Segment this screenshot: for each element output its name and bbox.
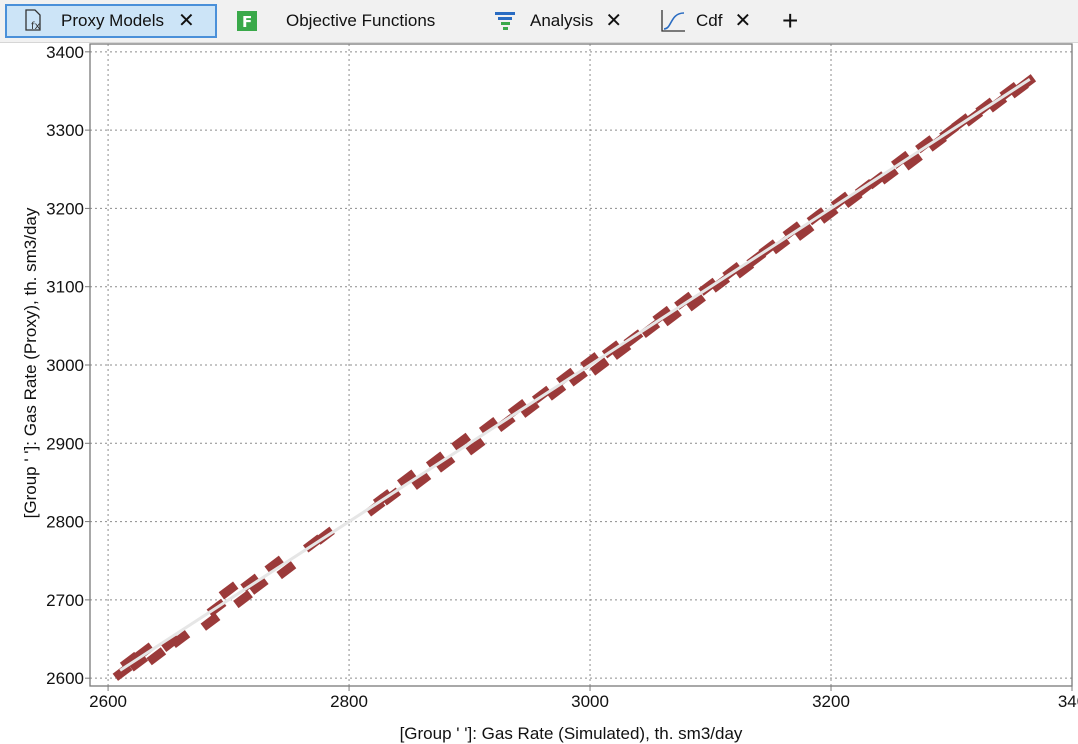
y-tick-label: 3300 [46, 121, 84, 140]
tab-label: Objective Functions [286, 11, 436, 30]
function-document-icon: fx [21, 8, 47, 34]
tornado-bars-icon [492, 8, 518, 34]
x-axis-label: [Group ' ']: Gas Rate (Simulated), th. s… [400, 724, 743, 743]
y-tick-label: 3400 [46, 43, 84, 62]
svg-text:fx: fx [31, 21, 41, 32]
tab-label: Cdf [696, 11, 723, 30]
cdf-curve-icon [660, 8, 686, 34]
data-point [233, 590, 253, 609]
svg-text:F: F [242, 13, 252, 31]
y-tick-label: 3100 [46, 278, 84, 297]
y-tick-label: 3000 [46, 356, 84, 375]
x-tick-label: 3000 [571, 692, 609, 711]
y-tick-label: 2800 [46, 513, 84, 532]
x-tick-label: 2800 [330, 692, 368, 711]
tab-label: Proxy Models [61, 11, 164, 30]
tab-cdf[interactable]: Cdf ✕ [660, 4, 775, 38]
tab-bar: fx Proxy Models ✕ F Objective Functions … [0, 0, 1078, 43]
add-tab-button[interactable]: + [782, 6, 798, 36]
y-tick-label: 3200 [46, 199, 84, 218]
x-tick-label: 340 [1058, 692, 1078, 711]
x-tick-label: 2600 [89, 692, 127, 711]
x-tick-label: 3200 [812, 692, 850, 711]
y-tick-label: 2900 [46, 434, 84, 453]
tab-proxy-models[interactable]: fx Proxy Models ✕ [5, 4, 217, 38]
y-axis-label: [Group ' ']: Gas Rate (Proxy), th. sm3/d… [21, 207, 40, 518]
close-icon[interactable]: ✕ [178, 11, 195, 31]
y-tick-label: 2600 [46, 669, 84, 688]
tab-label: Analysis [530, 11, 594, 30]
close-icon[interactable]: ✕ [605, 11, 622, 31]
close-icon[interactable]: ✕ [734, 11, 751, 31]
tab-objective-functions[interactable]: F Objective Functions [234, 4, 464, 38]
fit-line [119, 77, 1031, 672]
f-badge-icon: F [234, 8, 260, 34]
tab-analysis[interactable]: Analysis ✕ [492, 4, 632, 38]
y-tick-label: 2700 [46, 591, 84, 610]
proxy-vs-simulated-scatter-chart: 2600 2800 3000 3200 340 2600 2700 2800 2900 3000 3… [21, 43, 1078, 743]
